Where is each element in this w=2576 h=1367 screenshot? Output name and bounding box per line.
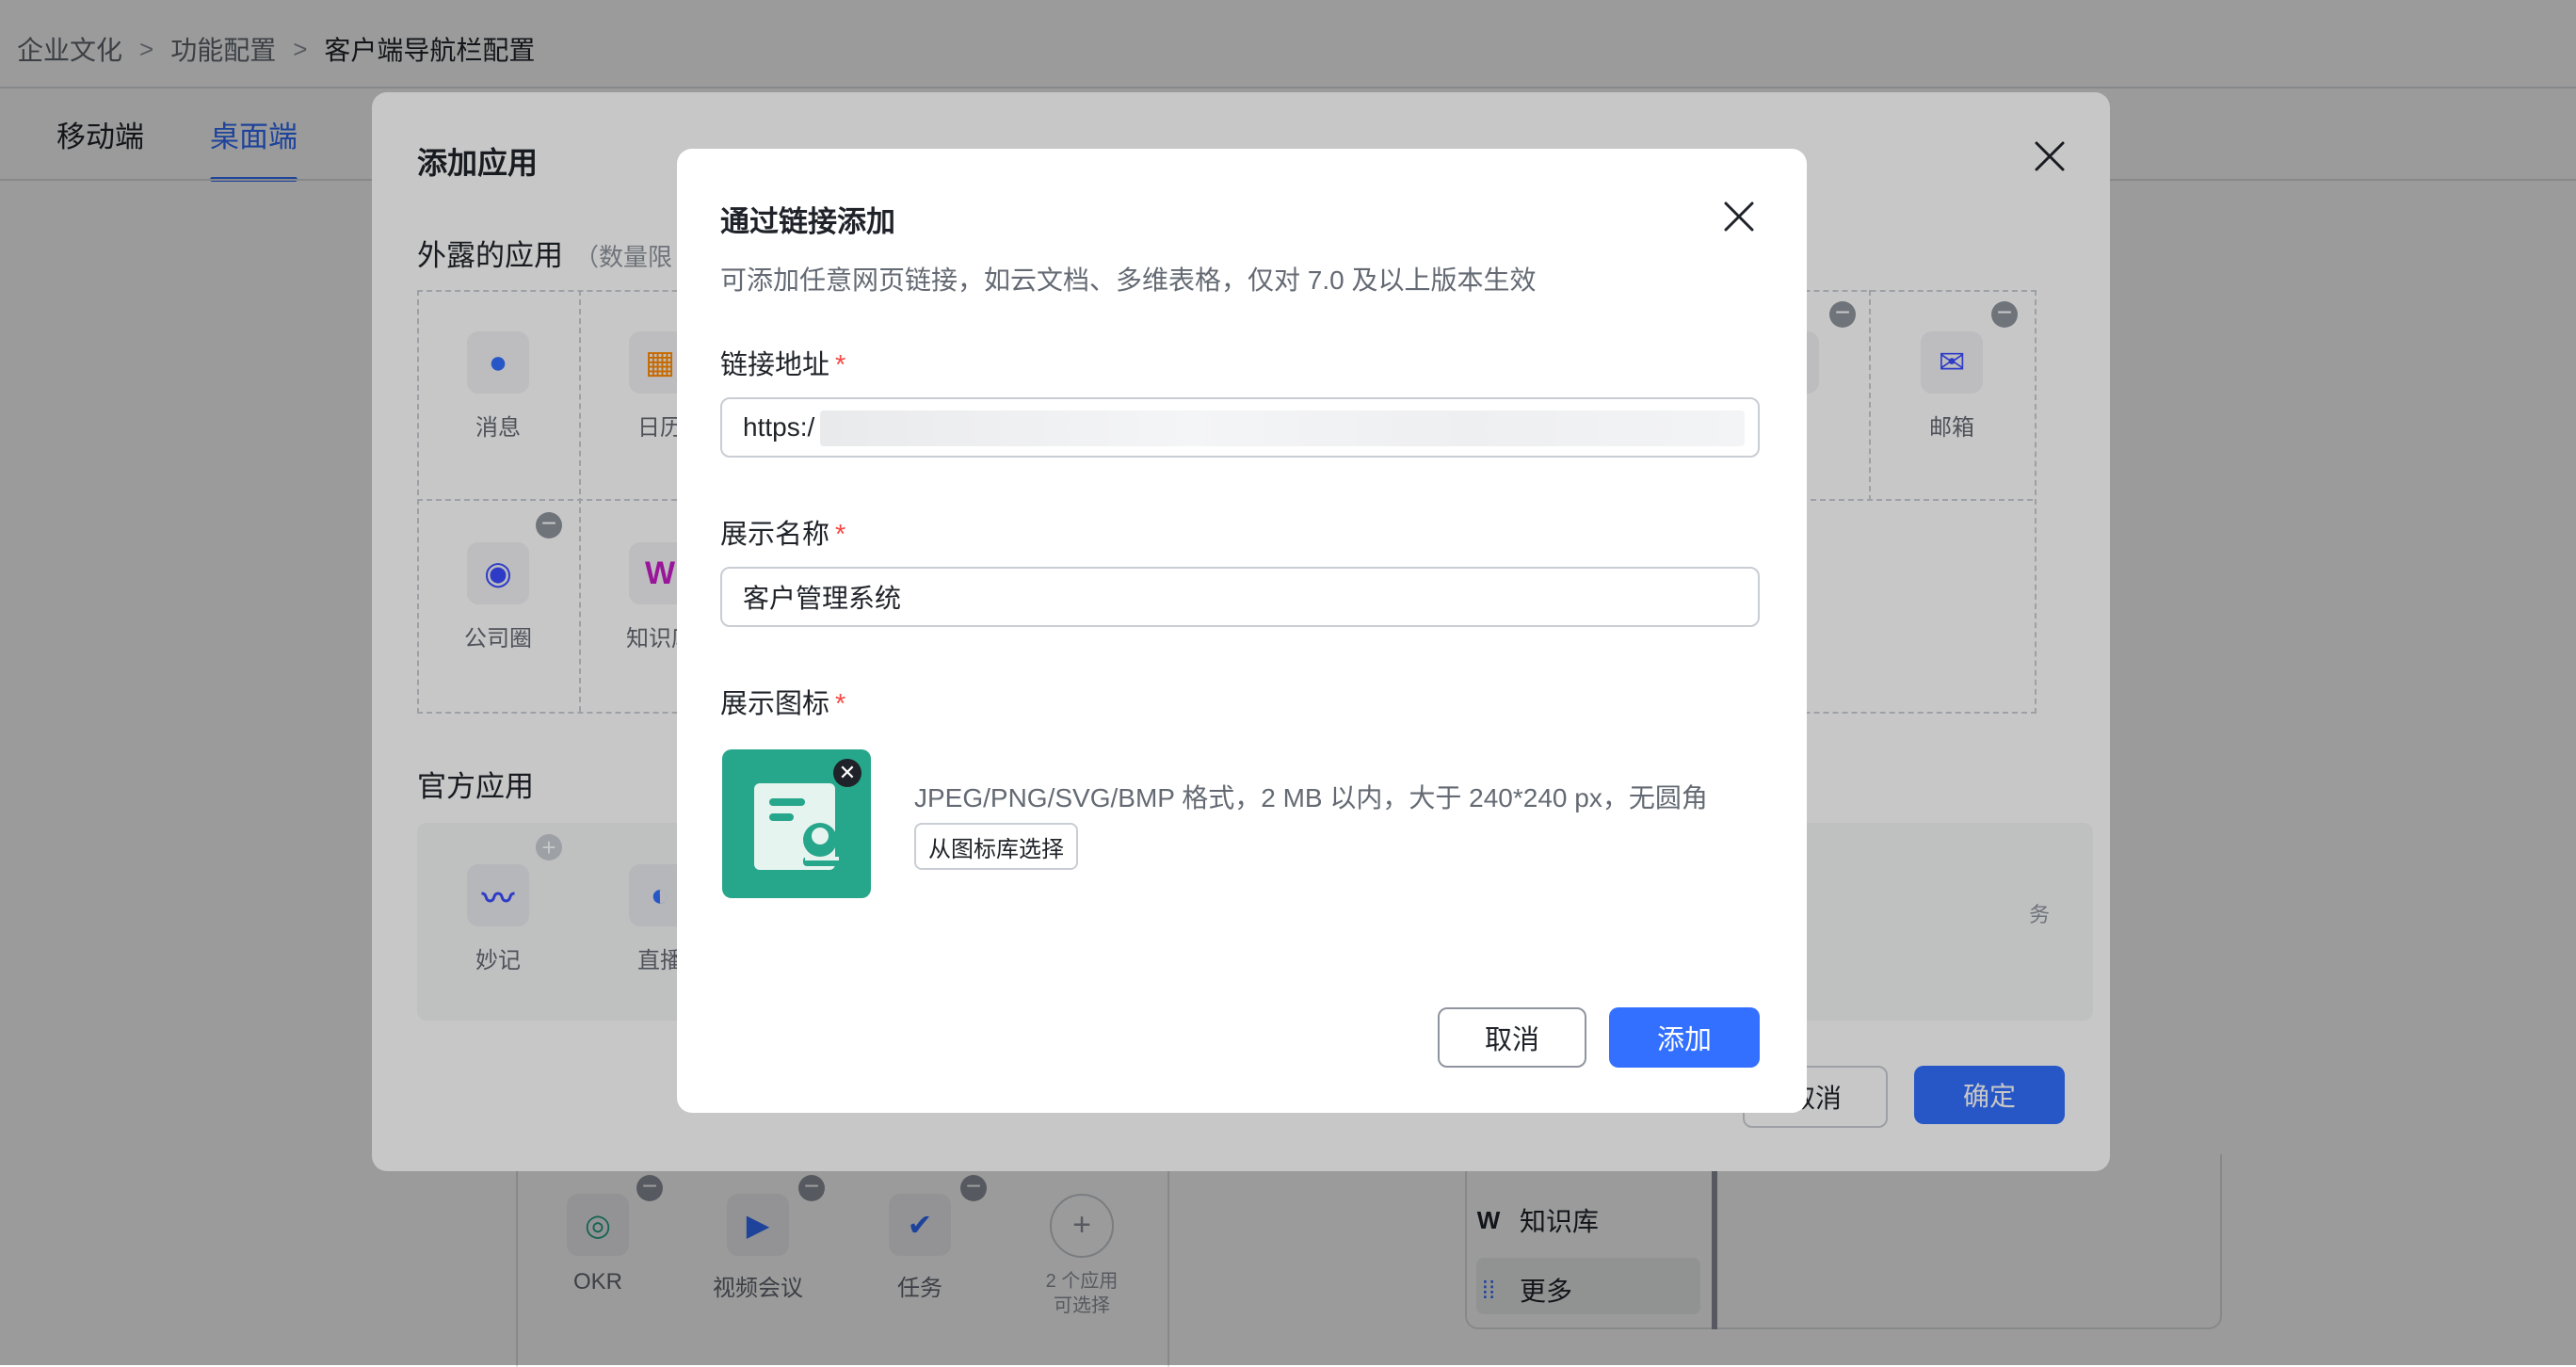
link-dialog-title: 通过链接添加: [720, 205, 895, 238]
close-icon[interactable]: [1720, 198, 1758, 235]
name-field-label: 展示名称 *: [720, 520, 846, 550]
icon-field-label: 展示图标 *: [720, 689, 846, 719]
link-dialog-subtitle: 可添加任意网页链接，如云文档、多维表格，仅对 7.0 及以上版本生效: [720, 265, 1537, 295]
required-mark: *: [835, 689, 846, 719]
url-field-label: 链接地址 *: [720, 350, 846, 380]
display-name-input[interactable]: 客户管理系统: [720, 567, 1760, 627]
icon-library-button[interactable]: 从图标库选择: [914, 823, 1078, 870]
link-add-dialog: 通过链接添加 可添加任意网页链接，如云文档、多维表格，仅对 7.0 及以上版本生…: [677, 149, 1807, 1113]
url-input[interactable]: https:/: [720, 397, 1760, 458]
icon-format-hint: JPEG/PNG/SVG/BMP 格式，2 MB 以内，大于 240*240 p…: [914, 783, 1708, 812]
remove-icon-button[interactable]: ✕: [833, 759, 861, 787]
redacted-url: [820, 410, 1745, 446]
required-mark: *: [835, 520, 846, 550]
link-add-button[interactable]: 添加: [1609, 1007, 1760, 1068]
link-cancel-button[interactable]: 取消: [1438, 1007, 1586, 1068]
required-mark: *: [835, 350, 846, 380]
